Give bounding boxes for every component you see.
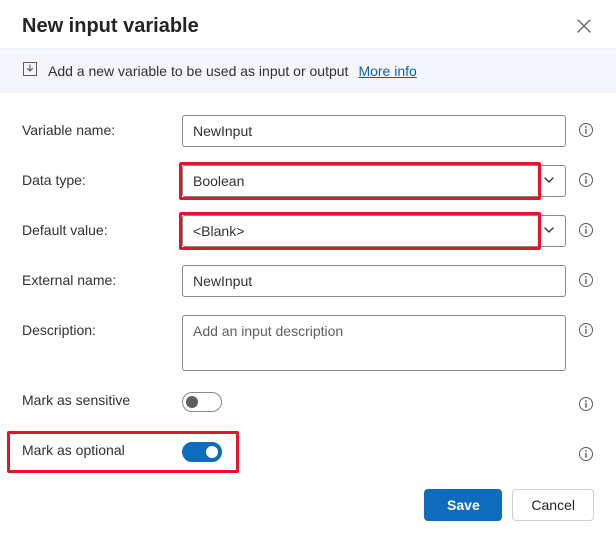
external-name-input[interactable]: [182, 265, 566, 297]
row-default-value: Default value: <Blank>: [22, 215, 594, 247]
cancel-button[interactable]: Cancel: [512, 489, 594, 521]
info-icon[interactable]: [578, 322, 594, 341]
label-description: Description:: [22, 315, 182, 338]
info-bar: Add a new variable to be used as input o…: [0, 48, 616, 93]
row-external-name: External name:: [22, 265, 594, 297]
info-text: Add a new variable to be used as input o…: [48, 63, 348, 79]
row-data-type: Data type: Boolean: [22, 165, 594, 197]
data-type-select[interactable]: Boolean: [182, 165, 566, 197]
label-variable-name: Variable name:: [22, 115, 182, 138]
label-external-name: External name:: [22, 265, 182, 288]
close-icon: [577, 19, 591, 33]
label-default-value: Default value:: [22, 215, 182, 238]
chevron-down-icon: [543, 172, 555, 190]
close-button[interactable]: [570, 12, 598, 40]
row-mark-sensitive: Mark as sensitive: [22, 389, 594, 421]
label-mark-optional: Mark as optional: [22, 439, 182, 458]
dialog-title: New input variable: [22, 15, 199, 38]
download-icon: [22, 61, 38, 80]
more-info-link[interactable]: More info: [358, 63, 416, 79]
row-variable-name: Variable name:: [22, 115, 594, 147]
default-value-select[interactable]: <Blank>: [182, 215, 566, 247]
form-body: Variable name: Data type: Boolean Defaul…: [0, 115, 616, 489]
dialog-header: New input variable: [0, 0, 616, 48]
mark-optional-toggle[interactable]: [182, 442, 222, 462]
variable-name-input[interactable]: [182, 115, 566, 147]
description-input[interactable]: [182, 315, 566, 371]
chevron-down-icon: [543, 222, 555, 240]
row-mark-optional: Mark as optional: [22, 439, 594, 471]
label-mark-sensitive: Mark as sensitive: [22, 389, 182, 408]
row-description: Description:: [22, 315, 594, 371]
info-icon[interactable]: [578, 396, 594, 415]
dialog-footer: Save Cancel: [0, 489, 616, 543]
save-button[interactable]: Save: [424, 489, 502, 521]
info-icon[interactable]: [578, 446, 594, 465]
data-type-value: Boolean: [193, 172, 537, 190]
default-value-value: <Blank>: [193, 222, 537, 240]
mark-sensitive-toggle[interactable]: [182, 392, 222, 412]
info-icon[interactable]: [578, 222, 594, 241]
info-icon[interactable]: [578, 272, 594, 291]
info-icon[interactable]: [578, 172, 594, 191]
label-data-type: Data type:: [22, 165, 182, 188]
new-input-variable-dialog: New input variable Add a new variable to…: [0, 0, 616, 533]
info-icon[interactable]: [578, 122, 594, 141]
